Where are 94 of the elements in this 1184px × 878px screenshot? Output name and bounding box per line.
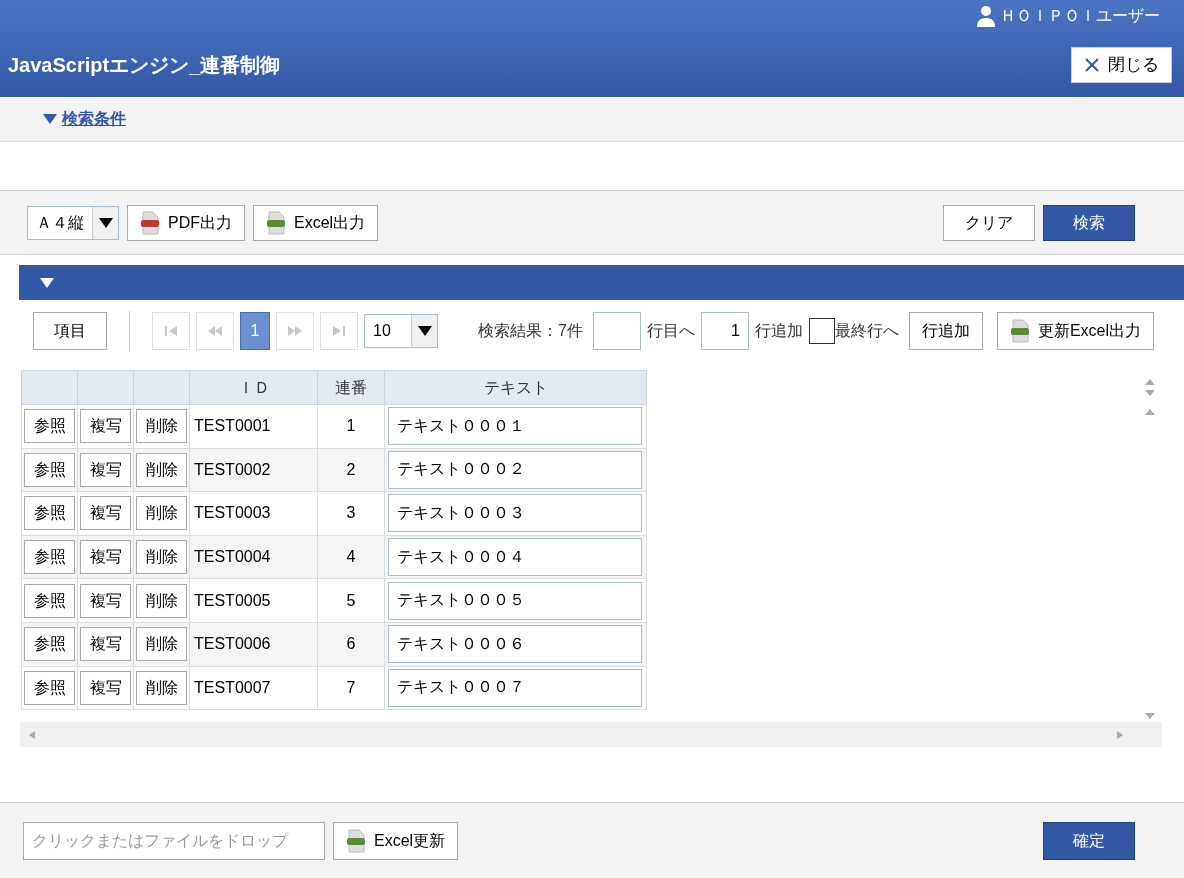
column-header	[21, 370, 78, 405]
delete-button[interactable]: 削除	[136, 583, 187, 618]
page-size-select[interactable]: 10	[364, 314, 438, 348]
close-button[interactable]: 閉じる	[1071, 46, 1172, 83]
last-row-label: 最終行へ	[834, 321, 899, 341]
text-input[interactable]: テキスト０００５	[388, 581, 642, 620]
caret-icon	[97, 216, 114, 229]
view-button[interactable]: 参照	[24, 496, 75, 531]
user-icon	[976, 5, 996, 27]
text-input[interactable]: テキスト０００３	[388, 494, 642, 533]
view-button[interactable]: 参照	[24, 452, 75, 487]
pdf-file-icon	[140, 210, 160, 235]
excel-export-button[interactable]: Excel出力	[253, 204, 379, 241]
id-cell: TEST0002	[189, 448, 318, 492]
paper-size-select[interactable]: Ａ４縦	[27, 205, 119, 240]
scroll-right-arrow-icon	[1116, 729, 1124, 740]
copy-button[interactable]: 複写	[80, 670, 131, 705]
update-excel-export-button[interactable]: 更新Excel出力	[996, 312, 1155, 350]
clear-button[interactable]: クリア	[943, 204, 1035, 241]
spreadsheet-file-icon	[1009, 319, 1030, 343]
previous-page-button[interactable]	[196, 312, 234, 350]
delete-button[interactable]: 削除	[136, 627, 187, 662]
text-input[interactable]: テキスト０００２	[388, 450, 642, 489]
copy-button[interactable]: 複写	[80, 452, 131, 487]
delete-button[interactable]: 削除	[136, 452, 187, 487]
text-input[interactable]: テキスト０００４	[388, 538, 642, 577]
view-button[interactable]: 参照	[24, 670, 75, 705]
user-name: ＨＯＩＰＯＩユーザー	[1000, 6, 1160, 26]
caret-icon	[416, 325, 433, 337]
id-cell: TEST0003	[189, 491, 318, 536]
id-cell: TEST0004	[189, 535, 318, 579]
id-cell: TEST0007	[189, 666, 318, 710]
text-input[interactable]: テキスト０００７	[388, 668, 642, 707]
delete-button[interactable]: 削除	[136, 670, 187, 705]
first-page-button[interactable]	[152, 312, 190, 350]
columns-button[interactable]: 項目	[33, 312, 107, 350]
sequence-cell: 4	[317, 535, 385, 579]
search-button[interactable]: 検索	[1043, 204, 1135, 241]
scroll-up-arrow-icon	[1143, 408, 1156, 416]
delete-button[interactable]: 削除	[136, 540, 187, 575]
close-icon	[1084, 56, 1100, 73]
excel-update-button[interactable]: Excel更新	[333, 821, 459, 860]
last-page-icon	[331, 325, 347, 337]
scroll-down-arrow-icon	[1143, 712, 1156, 720]
scroll-down-arrow-icon	[1143, 389, 1156, 397]
result-count: 検索結果：7件	[478, 321, 583, 341]
add-row-label: 行追加	[754, 321, 803, 341]
id-cell: TEST0005	[189, 578, 318, 623]
column-header: ＩＤ	[189, 370, 318, 405]
sequence-cell: 6	[317, 622, 385, 667]
spreadsheet-file-icon	[346, 828, 366, 853]
scroll-left-arrow-icon	[28, 729, 36, 740]
horizontal-scrollbar[interactable]	[20, 722, 1162, 747]
id-cell: TEST0001	[189, 404, 318, 449]
view-button[interactable]: 参照	[24, 409, 75, 444]
search-conditions-link[interactable]: 検索条件	[62, 107, 126, 131]
column-header: テキスト	[384, 370, 647, 405]
goto-row-label: 行目へ	[646, 321, 695, 341]
sequence-cell: 7	[317, 666, 385, 710]
column-header	[77, 370, 134, 405]
delete-button[interactable]: 削除	[136, 409, 187, 444]
scroll-up-arrow-icon	[1143, 378, 1156, 386]
double-left-arrow-icon	[207, 325, 223, 337]
goto-row-input[interactable]	[592, 312, 641, 350]
confirm-button[interactable]: 確定	[1043, 821, 1135, 860]
copy-button[interactable]: 複写	[80, 409, 131, 444]
sequence-cell: 2	[317, 448, 385, 492]
text-input[interactable]: テキスト０００１	[388, 407, 642, 446]
copy-button[interactable]: 複写	[80, 496, 131, 531]
last-row-checkbox[interactable]	[808, 318, 835, 344]
sequence-cell: 3	[317, 491, 385, 536]
delete-button[interactable]: 削除	[136, 496, 187, 531]
add-row-count-input[interactable]: 1	[700, 312, 749, 350]
page-title: JavaScriptエンジン_連番制御	[8, 52, 281, 78]
view-button[interactable]: 参照	[24, 583, 75, 618]
column-header: 連番	[317, 370, 385, 405]
file-drop-field[interactable]: クリックまたはファイルをドロップ	[23, 821, 325, 860]
view-button[interactable]: 参照	[24, 627, 75, 662]
sequence-cell: 5	[317, 578, 385, 623]
pdf-export-button[interactable]: PDF出力	[127, 204, 245, 241]
column-header	[133, 370, 190, 405]
copy-button[interactable]: 複写	[80, 627, 131, 662]
last-page-button[interactable]	[320, 312, 358, 350]
text-input[interactable]: テキスト０００６	[388, 625, 642, 664]
view-button[interactable]: 参照	[24, 540, 75, 575]
copy-button[interactable]: 複写	[80, 540, 131, 575]
spreadsheet-file-icon	[266, 210, 286, 235]
next-page-button[interactable]	[276, 312, 314, 350]
double-right-arrow-icon	[287, 325, 303, 337]
sequence-cell: 1	[317, 404, 385, 449]
first-page-icon	[163, 325, 179, 337]
id-cell: TEST0006	[189, 622, 318, 667]
copy-button[interactable]: 複写	[80, 583, 131, 618]
add-row-button[interactable]: 行追加	[908, 312, 983, 350]
